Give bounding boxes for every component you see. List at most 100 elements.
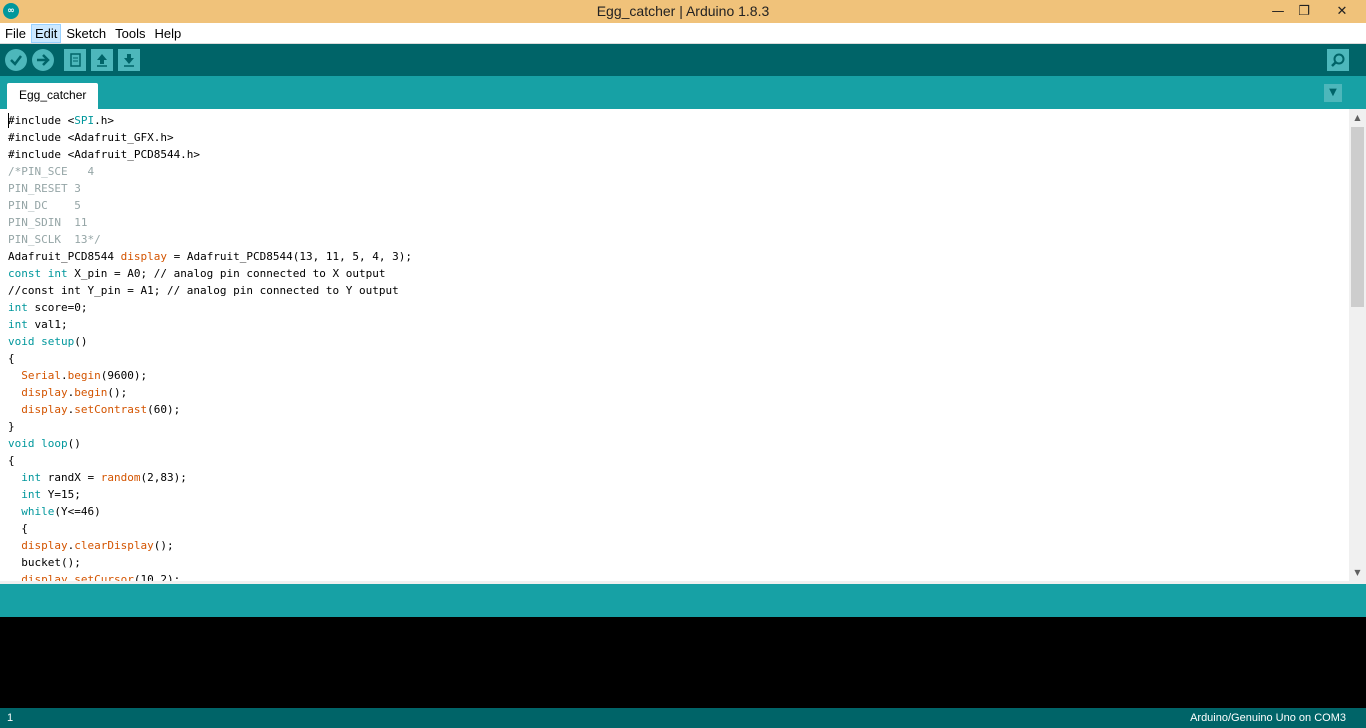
code-line: PIN_SDIN 11 <box>8 214 412 231</box>
code-token: setContrast <box>74 403 148 416</box>
code-token: (2,83); <box>140 471 187 484</box>
code-token: PIN_RESET 3 <box>8 182 81 195</box>
code-token: display <box>21 386 68 399</box>
code-token: int <box>21 471 42 484</box>
code-line: PIN_SCLK 13*/ <box>8 231 412 248</box>
board-port-label: Arduino/Genuino Uno on COM3 <box>1190 712 1346 724</box>
code-token: (); <box>107 386 128 399</box>
tab-bar: Egg_catcher ▼ <box>0 76 1366 109</box>
code-token: int <box>21 488 42 501</box>
upload-button[interactable] <box>32 49 54 71</box>
code-token: PIN_DC 5 <box>8 199 81 212</box>
code-text: #include <SPI.h> #include <Adafruit_GFX.h… <box>8 112 412 581</box>
code-token: PIN_SCLK 13*/ <box>8 233 101 246</box>
code-editor[interactable]: #include <SPI.h> #include <Adafruit_GFX.h… <box>0 109 1349 581</box>
code-token: display <box>120 250 167 263</box>
code-line: int Y=15; <box>8 486 412 503</box>
document-icon <box>70 53 81 67</box>
menu-file[interactable]: File <box>1 24 30 43</box>
scrollbar-thumb[interactable] <box>1351 127 1364 307</box>
title-bar: ∞ Egg_catcher | Arduino 1.8.3 — ❐ ✕ <box>0 0 1366 23</box>
editor-scrollbar[interactable]: ▲ ▼ <box>1349 109 1366 581</box>
code-line: void loop() <box>8 435 412 452</box>
code-token: (10,2); <box>133 573 181 581</box>
menu-sketch[interactable]: Sketch <box>62 24 110 43</box>
code-line: display.setCursor(10,2); <box>8 571 412 581</box>
code-line: PIN_DC 5 <box>8 197 412 214</box>
menu-edit[interactable]: Edit <box>30 23 62 43</box>
serial-monitor-button[interactable] <box>1327 49 1349 71</box>
code-token: Adafruit_PCD8544 <box>8 250 121 263</box>
code-line: { <box>8 350 412 367</box>
code-token: const int <box>8 267 68 280</box>
code-token: { <box>8 352 15 365</box>
code-token: display <box>21 403 68 416</box>
code-token: setup <box>41 335 75 348</box>
code-line: #include <Adafruit_PCD8544.h> <box>8 146 412 163</box>
menu-help[interactable]: Help <box>150 24 185 43</box>
code-token: PIN_SDIN 11 <box>8 216 88 229</box>
footer-status-bar: 1 Arduino/Genuino Uno on COM3 <box>0 708 1366 728</box>
code-line: /*PIN_SCE 4 <box>8 163 412 180</box>
verify-button[interactable] <box>5 49 27 71</box>
code-line: while(Y<=46) <box>8 503 412 520</box>
code-token: setCursor <box>74 573 134 581</box>
code-line: } <box>8 418 412 435</box>
tab-egg-catcher[interactable]: Egg_catcher <box>7 83 99 109</box>
code-token: X_pin = A0; // analog pin connected to X… <box>67 267 386 280</box>
tab-menu-button[interactable]: ▼ <box>1324 84 1342 102</box>
code-line: Adafruit_PCD8544 display = Adafruit_PCD8… <box>8 248 412 265</box>
code-token: Serial <box>21 369 61 382</box>
code-token: SPI <box>74 114 95 127</box>
line-number: 1 <box>7 712 14 724</box>
code-line: int val1; <box>8 316 412 333</box>
arrow-right-icon <box>37 54 50 66</box>
code-token: int <box>8 318 28 331</box>
code-token: display <box>21 539 68 552</box>
code-token: while <box>21 505 55 518</box>
code-token: bucket(); <box>8 556 81 569</box>
code-line: display.setContrast(60); <box>8 401 412 418</box>
code-line: Serial.begin(9600); <box>8 367 412 384</box>
code-token: int <box>8 301 28 314</box>
code-token: randX = <box>41 471 101 484</box>
code-token: begin <box>67 369 101 382</box>
code-token: } <box>8 420 15 433</box>
close-button[interactable]: ✕ <box>1322 0 1362 23</box>
message-area <box>0 584 1366 617</box>
code-token: begin <box>74 386 108 399</box>
text-caret <box>8 113 9 128</box>
save-button[interactable] <box>118 49 140 71</box>
code-token: /*PIN_SCE 4 <box>8 165 95 178</box>
scroll-up-icon[interactable]: ▲ <box>1349 109 1366 126</box>
code-line: display.begin(); <box>8 384 412 401</box>
code-token: //const int Y_pin = A1; // analog pin co… <box>8 284 399 297</box>
maximize-button[interactable]: ❐ <box>1288 0 1320 23</box>
code-line: bucket(); <box>8 554 412 571</box>
code-line: #include <SPI.h> <box>8 112 412 129</box>
code-line: int randX = random(2,83); <box>8 469 412 486</box>
code-token: void <box>8 437 35 450</box>
console-output <box>0 617 1366 708</box>
code-token: loop <box>41 437 68 450</box>
code-token: clearDisplay <box>74 539 154 552</box>
code-token: (9600); <box>100 369 148 382</box>
check-icon <box>10 55 22 66</box>
code-line: //const int Y_pin = A1; // analog pin co… <box>8 282 412 299</box>
code-token: (60); <box>147 403 181 416</box>
scroll-down-icon[interactable]: ▼ <box>1349 564 1366 581</box>
code-token: val1; <box>27 318 68 331</box>
code-line: { <box>8 520 412 537</box>
chevron-down-icon: ▼ <box>1329 87 1337 98</box>
open-button[interactable] <box>91 49 113 71</box>
window-title: Egg_catcher | Arduino 1.8.3 <box>596 3 770 19</box>
new-button[interactable] <box>64 49 86 71</box>
menu-tools[interactable]: Tools <box>111 24 149 43</box>
